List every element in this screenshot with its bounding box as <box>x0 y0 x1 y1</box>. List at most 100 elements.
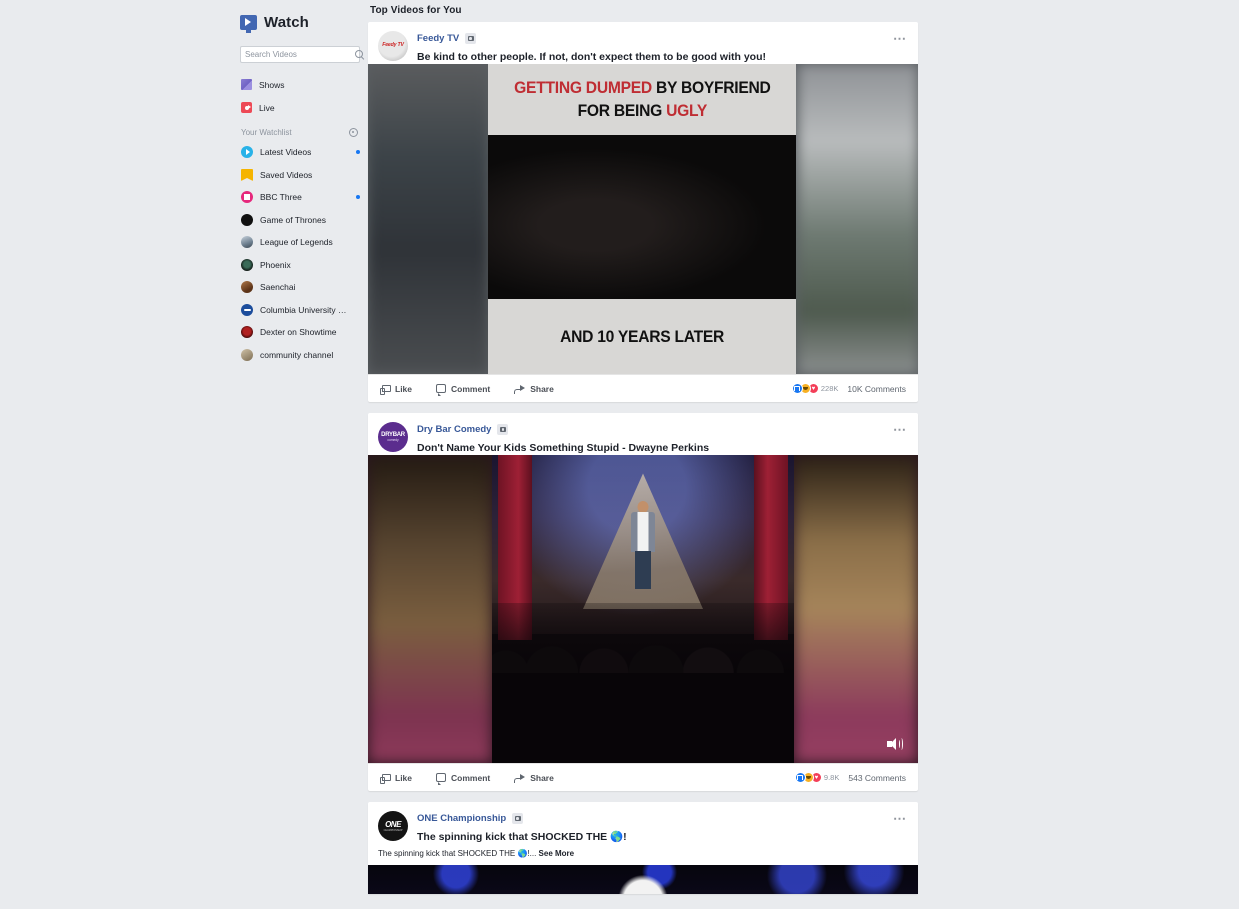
reactions-summary[interactable]: 228K 10K Comments <box>791 383 906 394</box>
page-name-link[interactable]: Feedy TV <box>417 33 459 44</box>
dexter-avatar <box>241 326 253 339</box>
post-text: The spinning kick that SHOCKED THE 🌎! <box>417 831 627 843</box>
gear-icon[interactable] <box>349 128 358 137</box>
play-circle-avatar <box>241 146 253 159</box>
post-meta: Feedy TV Be kind to other people. If not… <box>417 31 766 64</box>
like-reaction-icon <box>791 383 803 394</box>
sidebar-nav: Shows Live <box>232 73 368 119</box>
sidebar-item-phoenix[interactable]: Phoenix <box>232 254 368 277</box>
video-blur-right <box>798 64 918 374</box>
watchlist-item-label: League of Legends <box>260 237 333 248</box>
share-label: Share <box>530 383 554 394</box>
ellipsis-icon[interactable]: ⋯ <box>893 32 907 45</box>
speaker-cone <box>890 738 896 750</box>
post-header: Feedy TV Be kind to other people. If not… <box>368 22 918 64</box>
post-header: ONE CHAMPIONSHIP ONE Championship The sp… <box>368 802 918 844</box>
sidebar-item-saved-videos[interactable]: Saved Videos <box>232 164 368 187</box>
speaker-icon[interactable] <box>887 737 903 751</box>
post-card: Feedy TV Be kind to other people. If not… <box>368 22 918 402</box>
post-name-row: Feedy TV <box>417 32 766 45</box>
video-blur-left <box>368 455 492 763</box>
avatar[interactable]: ONE CHAMPIONSHIP <box>378 811 408 841</box>
thumbnail-line-3: AND 10 YEARS LATER <box>560 326 724 346</box>
bbc-three-avatar <box>241 191 253 204</box>
thumbnail-line-1: GETTING DUMPED BY BOYFRIEND <box>514 78 771 98</box>
sidebar-item-saenchai[interactable]: Saenchai <box>232 276 368 299</box>
avatar[interactable]: DRYBAR comedy <box>378 422 408 452</box>
unread-dot <box>356 195 360 200</box>
phoenix-avatar <box>241 258 253 271</box>
video-player[interactable]: GETTING DUMPED BY BOYFRIEND FOR BEING UG… <box>368 64 918 374</box>
comment-bubble-icon <box>436 773 447 785</box>
sidebar-item-columbia-university[interactable]: Columbia University in ... <box>232 299 368 322</box>
sidebar-item-game-of-thrones[interactable]: Game of Thrones <box>232 209 368 232</box>
like-label: Like <box>395 772 413 783</box>
columbia-university-avatar <box>241 303 253 316</box>
sidebar-item-community-channel[interactable]: community channel <box>232 344 368 367</box>
comment-button[interactable]: Comment <box>436 383 491 396</box>
sidebar-item-live[interactable]: Live <box>232 96 368 119</box>
watchlist-item-label: Phoenix <box>260 259 291 270</box>
bookmark-avatar <box>241 168 253 181</box>
thumbs-up-icon <box>380 384 391 395</box>
search-videos-box[interactable] <box>240 46 363 63</box>
live-icon <box>241 102 252 113</box>
comment-count[interactable]: 10K Comments <box>847 384 906 394</box>
video-frame <box>492 455 794 763</box>
post-actions: Like Comment Share 9.8K 543 Comments <box>368 763 918 791</box>
post-meta: ONE Championship The spinning kick that … <box>417 811 627 844</box>
share-button[interactable]: Share <box>514 384 554 394</box>
like-button[interactable]: Like <box>380 772 413 784</box>
shows-icon <box>241 79 252 90</box>
ellipsis-icon[interactable]: ⋯ <box>893 423 907 436</box>
thumbs-up-icon <box>380 773 391 784</box>
sidebar-item-latest-videos[interactable]: Latest Videos <box>232 141 368 164</box>
search-input[interactable] <box>245 50 355 59</box>
thumbnail-caption-top: GETTING DUMPED BY BOYFRIEND FOR BEING UG… <box>488 64 796 135</box>
page-name-link[interactable]: Dry Bar Comedy <box>417 424 491 435</box>
game-of-thrones-avatar <box>241 213 253 226</box>
page-name-link[interactable]: ONE Championship <box>417 813 506 824</box>
video-badge-icon <box>497 424 509 435</box>
sidebar-item-league-of-legends[interactable]: League of Legends <box>232 231 368 254</box>
watchlist-item-label: Columbia University in ... <box>260 304 348 315</box>
thumbnail-line-2: FOR BEING UGLY <box>577 101 707 121</box>
see-more-link[interactable]: See More <box>539 849 575 858</box>
thumbnail-caption-bottom: AND 10 YEARS LATER <box>488 299 796 374</box>
video-frame: GETTING DUMPED BY BOYFRIEND FOR BEING UG… <box>488 64 796 374</box>
watch-page: Watch Shows Live Your Watchlist Latest V… <box>0 0 1239 909</box>
league-of-legends-avatar <box>241 236 253 249</box>
comment-count[interactable]: 543 Comments <box>848 773 906 783</box>
share-arrow-icon <box>514 384 526 393</box>
share-button[interactable]: Share <box>514 773 554 783</box>
video-badge-icon <box>512 813 524 824</box>
comment-label: Comment <box>451 772 491 783</box>
post-description-text: The spinning kick that SHOCKED THE 🌎!... <box>378 849 537 858</box>
watchlist-title: Your Watchlist <box>241 128 292 137</box>
sidebar-item-dexter-on-showtime[interactable]: Dexter on Showtime <box>232 321 368 344</box>
thumbnail-photo <box>488 135 796 299</box>
comment-label: Comment <box>451 383 491 394</box>
video-player[interactable] <box>368 455 918 763</box>
sidebar-item-label: Shows <box>259 79 285 90</box>
feed-title: Top Videos for You <box>370 5 462 16</box>
unread-dot <box>356 150 360 155</box>
thumbnail-line-1-black: BY BOYFRIEND <box>651 78 771 97</box>
comment-button[interactable]: Comment <box>436 772 491 785</box>
thumbnail-line-2-red: UGLY <box>665 101 707 120</box>
watchlist-item-label: Saenchai <box>260 282 296 293</box>
facebook-watch-icon <box>240 14 257 33</box>
reactions-summary[interactable]: 9.8K 543 Comments <box>794 772 906 783</box>
like-button[interactable]: Like <box>380 384 412 395</box>
sidebar-item-shows[interactable]: Shows <box>232 73 368 96</box>
sidebar-item-bbc-three[interactable]: BBC Three <box>232 186 368 209</box>
watchlist-header: Your Watchlist <box>232 119 368 141</box>
ellipsis-icon[interactable]: ⋯ <box>893 812 907 825</box>
watchlist-item-label: Dexter on Showtime <box>260 327 337 338</box>
watchlist-item-label: Latest Videos <box>260 147 312 158</box>
figure-legs <box>635 551 651 590</box>
comment-bubble-icon <box>436 384 447 396</box>
avatar[interactable] <box>378 31 408 61</box>
post-description: The spinning kick that SHOCKED THE 🌎!...… <box>368 844 918 865</box>
video-player[interactable] <box>368 865 918 894</box>
